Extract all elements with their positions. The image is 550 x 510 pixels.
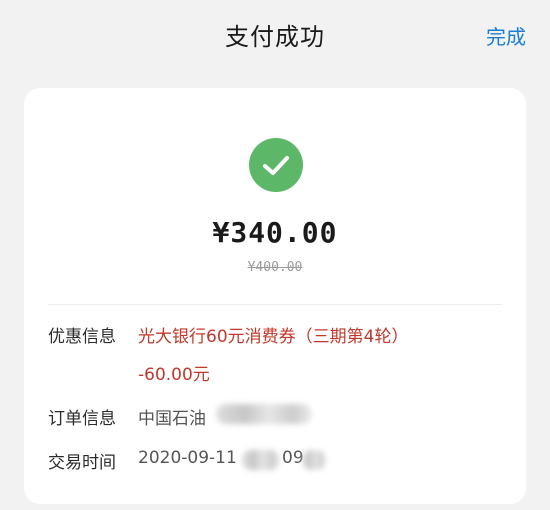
redacted-time-second — [302, 450, 326, 470]
discount-label: 优惠信息 — [48, 327, 116, 347]
divider — [48, 304, 502, 305]
paid-amount: ¥340.00 — [212, 216, 338, 249]
original-amount: ¥400.00 — [247, 260, 303, 275]
payment-result-card: ¥340.00 ¥400.00 优惠信息 光大银行60元消费券（三期第4轮） -… — [24, 88, 526, 504]
discount-value: 光大银行60元消费券（三期第4轮） — [138, 327, 409, 347]
done-button[interactable]: 完成 — [486, 21, 526, 50]
time-value-date: 2020-09-11 — [138, 448, 237, 468]
order-value: 中国石油 — [138, 409, 206, 429]
redacted-order-info — [216, 404, 312, 424]
discount-amount: -60.00元 — [138, 365, 210, 385]
nav-bar: 支付成功 完成 — [0, 0, 550, 80]
time-label: 交易时间 — [48, 453, 116, 473]
redacted-time-hour — [242, 450, 280, 470]
page-title: 支付成功 — [225, 23, 325, 51]
time-value-minute: 09 — [282, 448, 304, 468]
success-check-icon — [249, 138, 303, 192]
order-label: 订单信息 — [48, 409, 116, 429]
